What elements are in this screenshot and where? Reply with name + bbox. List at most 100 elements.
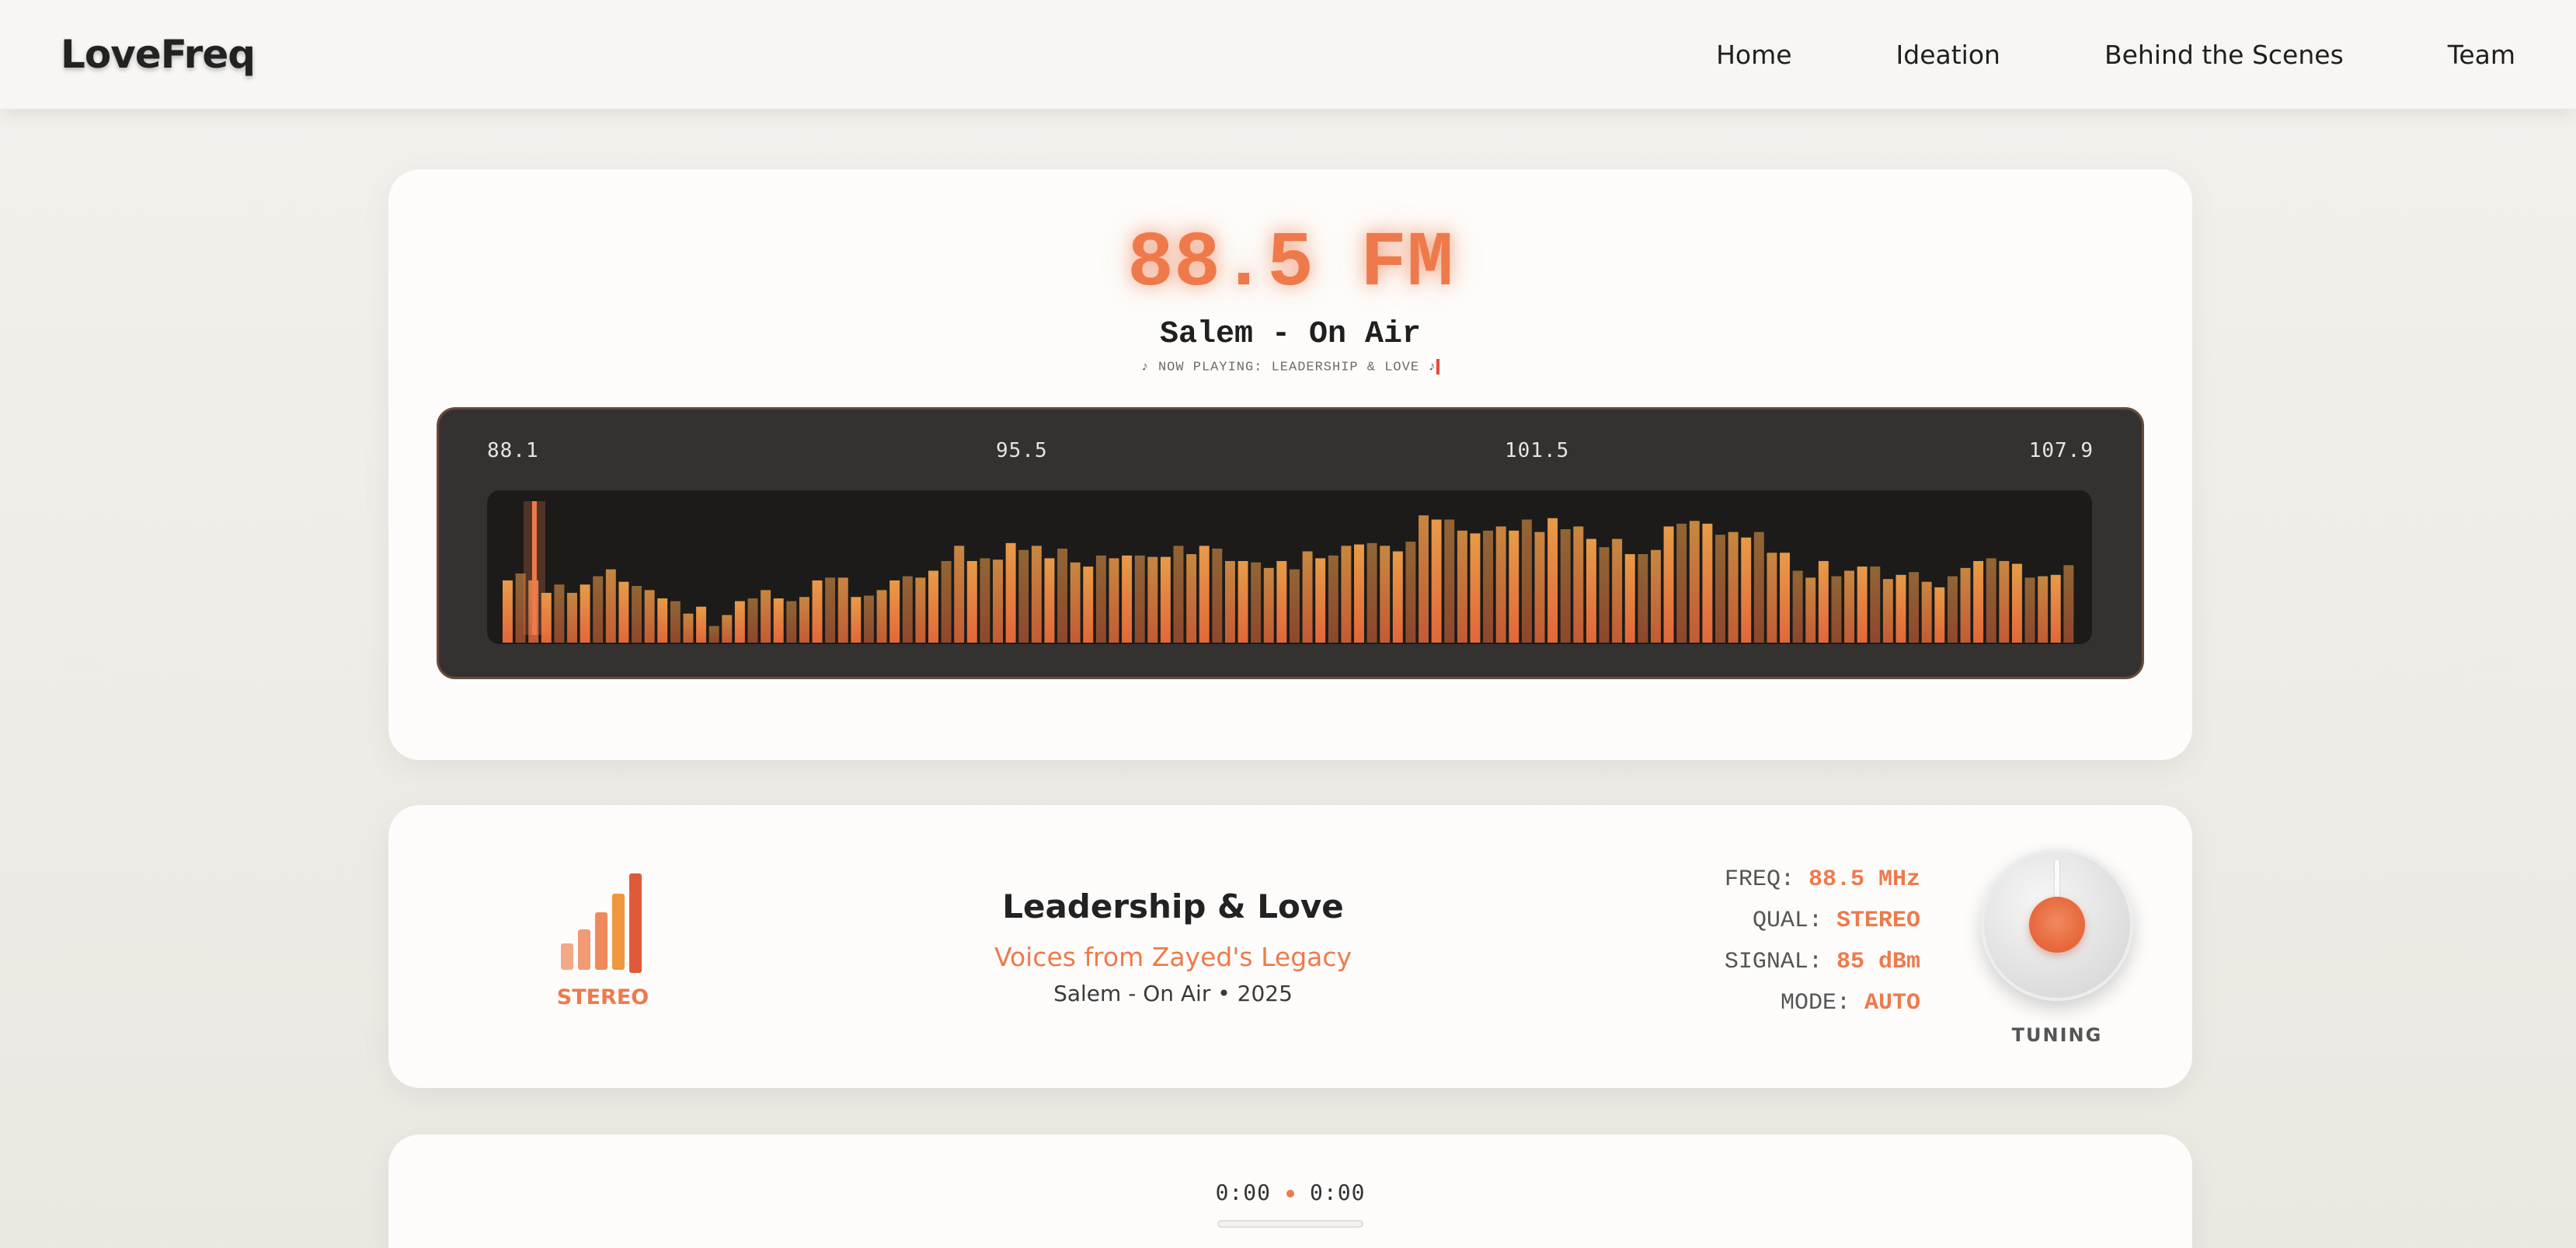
now-playing-label: ♪ NOW PLAYING: LEADERSHIP & LOVE ♪ xyxy=(1140,360,1437,375)
track-info-card: STEREO Leadership & Love Voices from Zay… xyxy=(388,805,2192,1088)
spectrum-bar xyxy=(1753,532,1764,643)
spectrum-bar xyxy=(1354,544,1364,643)
spectrum-bar xyxy=(863,595,874,643)
spectrum-bar xyxy=(1599,547,1610,643)
spectrum-bar xyxy=(1792,570,1803,643)
spectrum-bar xyxy=(670,601,681,643)
spectrum-bar xyxy=(1431,519,1442,643)
spectrum-bar xyxy=(593,576,604,643)
spectrum-bar xyxy=(837,577,848,643)
spectrum-bar xyxy=(1999,560,2010,643)
text-cursor xyxy=(1436,359,1440,375)
time-display: 0:00 0:00 xyxy=(388,1180,2192,1205)
spectrum-chart xyxy=(503,501,2074,643)
spectrum-bar xyxy=(1547,518,1558,643)
spectrum-bar xyxy=(1044,558,1055,643)
knob-center xyxy=(2029,897,2085,953)
spectrum-bar xyxy=(554,584,565,643)
spectrum-bar xyxy=(1147,556,1158,643)
spectrum-bar xyxy=(1612,539,1623,643)
track-subtitle: Voices from Zayed's Legacy xyxy=(994,942,1352,972)
spectrum-bar xyxy=(1831,576,1842,643)
spectrum-bar xyxy=(1470,533,1481,643)
spectrum-bar xyxy=(902,576,913,643)
spectrum-bar xyxy=(1521,519,1532,643)
spectrum-bar xyxy=(2038,576,2049,643)
spectrum-bar xyxy=(1031,546,1042,643)
spectrum-bar xyxy=(683,613,694,643)
nav-ideation[interactable]: Ideation xyxy=(1896,40,2000,70)
spectrum-bar xyxy=(1315,558,1326,643)
spectrum-bar xyxy=(1818,560,1829,643)
spectrum-bar xyxy=(1238,560,1248,643)
spec-value: 85 dBm xyxy=(1836,949,1920,975)
tuning-needle[interactable] xyxy=(531,501,537,635)
player-card: 0:00 0:00 xyxy=(388,1135,2192,1248)
spectrum-bar xyxy=(1986,558,1996,643)
spectrum-bar xyxy=(889,580,900,643)
spectrum-bar xyxy=(1392,551,1403,643)
spectrum-bar xyxy=(786,601,797,643)
spectrum-bar xyxy=(1805,577,1816,643)
station-name: Salem - On Air xyxy=(1159,317,1422,352)
spectrum-bar xyxy=(580,584,590,643)
scale-label: 107.9 xyxy=(2028,439,2094,462)
spectrum-bar xyxy=(915,577,926,643)
spectrum-bar xyxy=(980,558,990,643)
spectrum-bar xyxy=(1302,551,1313,643)
spec-value: AUTO xyxy=(1864,990,1920,1016)
frequency-scale: 88.1 95.5 101.5 107.9 xyxy=(487,439,2094,470)
spectrum-bar xyxy=(1276,560,1287,643)
spectrum-bar xyxy=(567,592,577,643)
spectrum-bar xyxy=(1109,558,1119,643)
spectrum-bar xyxy=(708,626,719,643)
spec-signal: SIGNAL: 85 dBm xyxy=(1725,942,1920,983)
spectrum-bar xyxy=(1212,548,1223,643)
spec-value: STEREO xyxy=(1836,908,1920,934)
spectrum-bar xyxy=(928,570,938,643)
spectrum-bar xyxy=(1921,581,1932,643)
spectrum-bar xyxy=(993,560,1003,643)
spectrum-bar xyxy=(1380,546,1391,643)
spectrum-bar xyxy=(1328,555,1338,643)
tuner-panel: 88.1 95.5 101.5 107.9 xyxy=(437,407,2144,679)
spectrum-bar xyxy=(1419,515,1429,643)
spectrum-bar xyxy=(1676,523,1687,643)
track-title: Leadership & Love xyxy=(1002,887,1344,926)
nav-home[interactable]: Home xyxy=(1716,40,1791,70)
spectrum-bar xyxy=(773,598,784,643)
spectrum-visualizer[interactable] xyxy=(487,490,2092,644)
spectrum-bar xyxy=(657,598,668,643)
spectrum-bar xyxy=(1947,576,1958,643)
spectrum-bar xyxy=(1586,539,1596,643)
spectrum-bar xyxy=(1857,566,1868,643)
spec-freq: FREQ: 88.5 MHz xyxy=(1725,859,1920,901)
tuning-knob[interactable] xyxy=(1981,849,2133,1001)
spectrum-bar xyxy=(1122,555,1133,643)
progress-bar[interactable] xyxy=(1217,1220,1363,1228)
radio-card: 88.5 FM Salem - On Air ♪ NOW PLAYING: LE… xyxy=(388,169,2192,760)
spectrum-bar xyxy=(1341,546,1352,643)
spectrum-bar xyxy=(876,590,887,643)
nav-team[interactable]: Team xyxy=(2448,40,2515,70)
spectrum-bar xyxy=(1483,530,1494,643)
spectrum-bar xyxy=(1741,537,1752,643)
spectrum-bar xyxy=(1199,546,1210,643)
spectrum-bar xyxy=(799,597,809,643)
spectrum-bar xyxy=(1534,532,1545,643)
signal-specs: FREQ: 88.5 MHz QUAL: STEREO SIGNAL: 85 d… xyxy=(1725,859,1920,1024)
spec-key: QUAL: xyxy=(1752,908,1822,934)
spec-mode: MODE: AUTO xyxy=(1725,983,1920,1024)
knob-indicator xyxy=(2055,859,2059,898)
current-time: 0:00 xyxy=(1215,1180,1271,1205)
spectrum-bar xyxy=(632,586,642,643)
spectrum-bar xyxy=(1444,519,1455,643)
nav-behind-the-scenes[interactable]: Behind the Scenes xyxy=(2104,40,2344,70)
spectrum-bar xyxy=(734,601,745,643)
spectrum-bar xyxy=(761,590,771,643)
main-nav: Home Ideation Behind the Scenes Team xyxy=(1716,40,2515,70)
spec-quality: QUAL: STEREO xyxy=(1725,901,1920,942)
spectrum-bar xyxy=(1689,521,1700,643)
site-logo[interactable]: LoveFreq xyxy=(61,32,256,77)
spectrum-bar xyxy=(503,580,513,643)
